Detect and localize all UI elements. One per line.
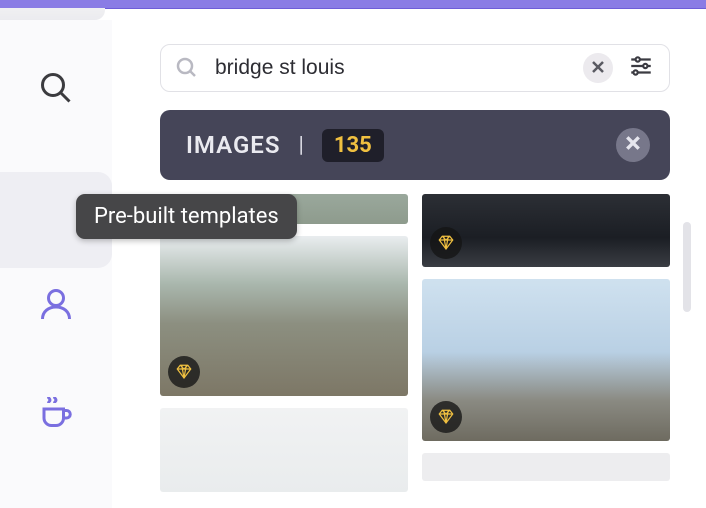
- tab-stub: [0, 8, 105, 20]
- close-icon: [625, 135, 641, 155]
- search-input[interactable]: [213, 55, 569, 81]
- filter-button[interactable]: [627, 54, 655, 82]
- results-count: 135: [322, 129, 384, 162]
- tooltip: Pre-built templates: [76, 194, 297, 239]
- user-icon: [38, 286, 74, 326]
- premium-badge: [168, 356, 200, 388]
- image-thumbnail[interactable]: [422, 279, 670, 441]
- main-panel: IMAGES | 135: [112, 20, 706, 508]
- sidebar: [0, 20, 112, 508]
- sidebar-break[interactable]: [32, 390, 80, 438]
- premium-badge: [430, 401, 462, 433]
- premium-badge: [430, 227, 462, 259]
- image-thumbnail[interactable]: [422, 194, 670, 267]
- scrollbar[interactable]: [683, 222, 691, 312]
- top-accent-bar: [0, 0, 706, 9]
- close-icon: [591, 59, 605, 78]
- image-thumbnail[interactable]: [160, 408, 408, 492]
- search-icon: [38, 70, 74, 110]
- image-thumbnail[interactable]: [422, 453, 670, 481]
- image-thumbnail[interactable]: [160, 236, 408, 396]
- search-icon: [175, 56, 199, 80]
- search-bar: [160, 44, 670, 92]
- coffee-icon: [38, 394, 74, 434]
- sidebar-profile[interactable]: [32, 282, 80, 330]
- sliders-icon: [628, 53, 654, 83]
- sidebar-search[interactable]: [32, 66, 80, 114]
- results-header: IMAGES | 135: [160, 110, 670, 180]
- results-heading: IMAGES: [186, 131, 281, 159]
- separator: |: [299, 133, 304, 158]
- close-results-button[interactable]: [616, 128, 650, 162]
- clear-search-button[interactable]: [583, 53, 613, 83]
